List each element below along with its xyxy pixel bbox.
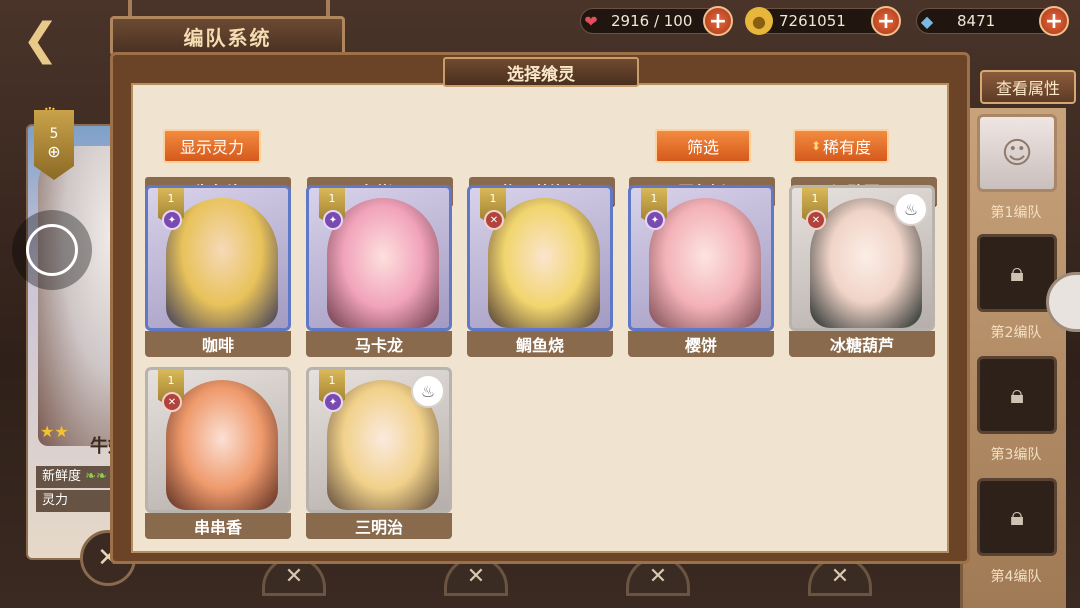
- card-name: 马卡龙: [306, 331, 452, 357]
- view-attributes-button[interactable]: 查看属性: [980, 70, 1076, 104]
- chef-hat-icon: ♨: [894, 192, 928, 226]
- spirit-label: 灵力: [42, 493, 69, 508]
- element-icon: ✦: [323, 210, 343, 230]
- card-name: 三明治: [306, 513, 452, 539]
- back-arrow-icon[interactable]: ❮: [22, 18, 92, 62]
- chef-hat-icon: ♨: [411, 374, 445, 408]
- level-badge: 5 ⊕: [34, 110, 74, 180]
- top-bar: ❮ 编队系统 ❤ 2916 / 100 + ● 7261051 + ◆ 8471…: [0, 0, 1080, 62]
- spirit-card[interactable]: 1 ✦: [306, 185, 452, 331]
- team-label-2: 第2编队: [990, 325, 1042, 341]
- stamina-value: 2916 / 100: [611, 12, 693, 30]
- modal-title: 选择飨灵: [443, 57, 639, 87]
- team-slot-3[interactable]: 🔒︎: [977, 356, 1057, 434]
- coin-icon: ●: [745, 7, 773, 35]
- element-icon: ✕: [806, 210, 826, 230]
- element-icon: ✕: [162, 392, 182, 412]
- team-label-1: 第1编队: [990, 205, 1042, 221]
- character-avatar: ☺: [1001, 135, 1033, 171]
- freshness-label: 新鲜度: [42, 469, 82, 484]
- spirit-card[interactable]: 1 ✦: [628, 185, 774, 331]
- spirit-card[interactable]: 1 ✦ ♨: [306, 367, 452, 513]
- gold-value: 7261051: [779, 12, 846, 30]
- gold-counter: ● 7261051 +: [745, 6, 901, 36]
- card-name: 樱饼: [628, 331, 774, 357]
- filter-button[interactable]: 筛选: [655, 129, 751, 163]
- rarity-sort-button[interactable]: ⬍ 稀有度: [793, 129, 889, 163]
- rarity-sort-label: 稀有度: [823, 138, 872, 157]
- stamina-counter: ❤ 2916 / 100 +: [580, 6, 733, 36]
- team-slot-1[interactable]: ☺: [977, 114, 1057, 192]
- add-diamond-button[interactable]: +: [1039, 6, 1069, 36]
- add-gold-button[interactable]: +: [871, 6, 901, 36]
- diamond-value: 8471: [957, 12, 996, 30]
- page-title: 编队系统: [110, 16, 345, 56]
- card-name: 串串香: [145, 513, 291, 539]
- lock-icon: 🔒︎: [1010, 379, 1024, 410]
- card-name: 冰糖葫芦: [789, 331, 935, 357]
- spirit-card[interactable]: 1 ✕: [467, 185, 613, 331]
- element-icon: ✦: [323, 392, 343, 412]
- element-icon: ✦: [645, 210, 665, 230]
- ring-icon: [26, 224, 78, 276]
- spirit-card[interactable]: 1 ✕ ♨: [789, 185, 935, 331]
- star-rating: ★★: [40, 422, 69, 441]
- drag-handle[interactable]: [12, 210, 92, 290]
- element-icon: ✕: [484, 210, 504, 230]
- team-label-4: 第4编队: [990, 569, 1042, 585]
- add-stamina-button[interactable]: +: [703, 6, 733, 36]
- team-label-3: 第3编队: [990, 447, 1042, 463]
- lock-icon: 🔒︎: [1010, 257, 1024, 288]
- diamond-counter: ◆ 8471 +: [916, 6, 1069, 36]
- team-slot-2[interactable]: 🔒︎: [977, 234, 1057, 312]
- team-slot-4[interactable]: 🔒︎: [977, 478, 1057, 556]
- element-icon: ✦: [162, 210, 182, 230]
- heart-icon: ❤: [584, 11, 598, 31]
- spirit-card[interactable]: 1 ✦: [145, 185, 291, 331]
- card-name: 鲷鱼烧: [467, 331, 613, 357]
- level-value: 5: [49, 126, 59, 142]
- spirit-card[interactable]: 1 ✕: [145, 367, 291, 513]
- show-spirit-button[interactable]: 显示灵力: [163, 129, 261, 163]
- team-sidebar: ☺ 第1编队 🔒︎ 第2编队 🔒︎ 第3编队 🔒︎ 第4编队: [960, 108, 1066, 608]
- card-name: 咖啡: [145, 331, 291, 357]
- select-spirit-modal: 显示灵力 筛选 ⬍ 稀有度 生鱼片 味噌汤 梅子茶泡饭 蛋包饭 酒酿圆子 1 ✦…: [110, 52, 970, 564]
- lock-icon: 🔒︎: [1010, 501, 1024, 532]
- sort-arrows-icon: ⬍: [810, 139, 822, 153]
- crystal-icon: ◆: [920, 11, 934, 31]
